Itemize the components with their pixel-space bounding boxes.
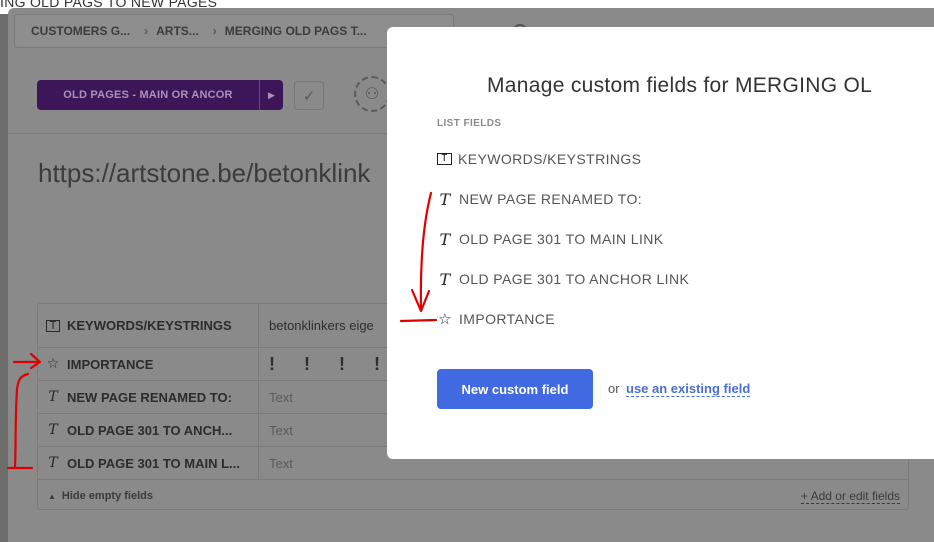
star-icon: ☆: [46, 356, 60, 372]
breadcrumb-item[interactable]: MERGING OLD PAGS T...: [217, 24, 367, 38]
hide-empty-fields-toggle[interactable]: ▲ Hide empty fields: [48, 490, 153, 502]
field-name: NEW PAGE RENAMED TO:: [67, 389, 232, 405]
assignee-icon[interactable]: ⚇: [354, 76, 390, 112]
breadcrumb-item[interactable]: CUSTOMERS G...: [15, 24, 130, 38]
list-field-name: OLD PAGE 301 TO ANCHOR LINK: [459, 271, 690, 287]
breadcrumb-separator: ›: [144, 24, 149, 38]
list-field-item[interactable]: T KEYWORDS/KEYSTRINGS: [437, 149, 641, 169]
list-field-name: IMPORTANCE: [459, 311, 556, 327]
task-description-url[interactable]: https://artstone.be/betonklink: [38, 158, 388, 189]
breadcrumb-item[interactable]: ARTS...: [148, 24, 199, 38]
dropdown-field-icon: T: [46, 319, 60, 332]
use-existing-field-link[interactable]: use an existing field: [626, 381, 751, 397]
field-value[interactable]: Text: [269, 447, 293, 479]
field-name-cell: T OLD PAGE 301 TO MAIN L...: [38, 447, 259, 479]
text-field-icon: T: [48, 455, 58, 471]
field-name: KEYWORDS/KEYSTRINGS: [67, 318, 232, 333]
or-text: or: [608, 381, 620, 396]
field-value[interactable]: betonklinkers eige: [269, 304, 374, 347]
modal-title: Manage custom fields for MERGING OL: [487, 74, 873, 97]
list-field-item[interactable]: T OLD PAGE 301 TO MAIN LINK: [437, 229, 664, 249]
manage-custom-fields-modal: Manage custom fields for MERGING OL LIST…: [387, 27, 934, 459]
field-name: OLD PAGE 301 TO MAIN L...: [67, 455, 240, 471]
field-value[interactable]: Text: [269, 381, 293, 413]
list-field-name: KEYWORDS/KEYSTRINGS: [458, 151, 642, 167]
hide-empty-label: Hide empty fields: [61, 490, 153, 502]
text-field-icon: T: [439, 229, 451, 249]
list-field-item[interactable]: ☆ IMPORTANCE: [437, 309, 555, 329]
field-name: IMPORTANCE: [67, 356, 154, 372]
text-field-icon: T: [48, 389, 58, 405]
field-name-cell: T KEYWORDS/KEYSTRINGS: [38, 304, 259, 347]
field-name: OLD PAGE 301 TO ANCH...: [67, 422, 233, 438]
list-field-name: OLD PAGE 301 TO MAIN LINK: [459, 231, 664, 247]
add-or-edit-fields-link[interactable]: + Add or edit fields: [800, 489, 900, 504]
status-button[interactable]: OLD PAGES - MAIN OR ANCOR ▶: [37, 80, 283, 110]
dropdown-field-icon: T: [437, 153, 452, 165]
list-field-name: NEW PAGE RENAMED TO:: [459, 191, 643, 207]
text-field-icon: T: [439, 189, 451, 209]
field-name-cell: T OLD PAGE 301 TO ANCH...: [38, 414, 259, 446]
list-fields-label: LIST FIELDS: [437, 118, 502, 129]
list-field-item[interactable]: T NEW PAGE RENAMED TO:: [437, 189, 642, 209]
next-status-icon[interactable]: ▶: [259, 80, 283, 110]
text-field-icon: T: [439, 269, 451, 289]
caret-up-icon: ▲: [48, 492, 56, 501]
star-icon: ☆: [438, 310, 452, 328]
complete-checkmark-icon[interactable]: ✓: [294, 81, 324, 110]
text-field-icon: T: [48, 422, 58, 438]
field-value[interactable]: Text: [269, 414, 293, 446]
status-label: OLD PAGES - MAIN OR ANCOR: [63, 89, 233, 101]
breadcrumb-separator: ›: [212, 24, 217, 38]
new-custom-field-button[interactable]: New custom field: [437, 369, 593, 409]
field-name-cell: T NEW PAGE RENAMED TO:: [38, 381, 259, 413]
field-name-cell: ☆ IMPORTANCE: [38, 348, 259, 380]
list-field-item[interactable]: T OLD PAGE 301 TO ANCHOR LINK: [437, 269, 689, 289]
